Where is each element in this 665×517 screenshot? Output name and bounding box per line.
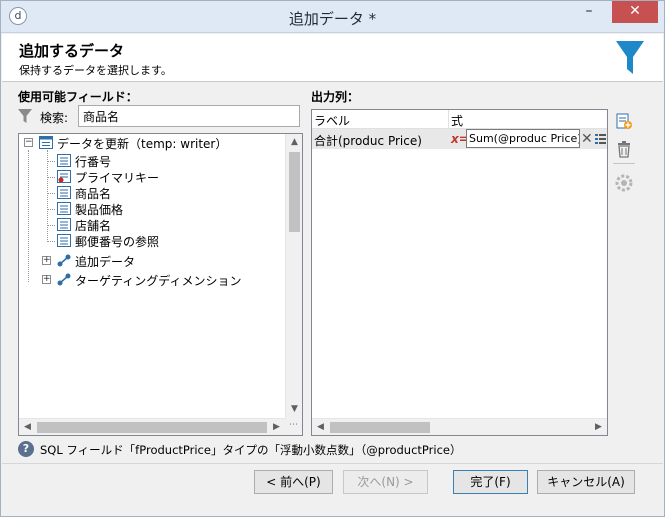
funnel-icon	[616, 41, 644, 74]
column-header-label[interactable]: ラベル	[314, 112, 350, 129]
scroll-thumb[interactable]	[330, 422, 430, 433]
toolbar-separator	[613, 163, 635, 164]
resize-corner-icon: ⋯	[285, 418, 302, 435]
column-header-expression[interactable]: 式	[451, 112, 463, 129]
cancel-button[interactable]: キャンセル(A)	[537, 470, 635, 494]
grid-horizontal-scrollbar[interactable]: ◀ ▶	[312, 418, 607, 435]
output-columns-label: 出力列：	[311, 90, 360, 104]
tree-node-item[interactable]: + 追加データ	[19, 252, 285, 270]
filter-icon	[18, 109, 32, 123]
field-icon	[57, 186, 71, 199]
available-fields-tree[interactable]: − データを更新（temp: writer） 行番号 プライマリキー 商品名 製…	[18, 133, 303, 436]
page-subtitle: 保持するデータを選択します。	[19, 64, 172, 77]
title-bar: d 追加データ * – ✕	[1, 1, 664, 33]
search-input[interactable]: 商品名	[78, 105, 300, 127]
settings-icon[interactable]	[614, 173, 634, 193]
scroll-right-icon[interactable]: ▶	[268, 419, 285, 436]
field-info-text: SQL フィールド「fProductPrice」タイプの「浮動小数点数」（@pr…	[40, 443, 462, 457]
help-icon: ?	[18, 441, 34, 457]
clear-icon[interactable]: ✕	[581, 131, 593, 147]
tree-root-label: データを更新（temp: writer）	[57, 137, 228, 151]
tree-field-label: 郵便番号の参照	[75, 235, 160, 249]
search-label: 検索:	[40, 111, 69, 125]
dialog-window: d 追加データ * – ✕ 追加するデータ 保持するデータを選択します。 使用可…	[0, 0, 665, 517]
tree-node-label: 追加データ	[75, 255, 136, 269]
field-icon	[57, 234, 71, 247]
footer-divider	[2, 463, 663, 464]
grid-header: ラベル 式	[312, 110, 607, 129]
scroll-left-icon[interactable]: ◀	[312, 419, 329, 436]
scroll-thumb[interactable]	[37, 422, 267, 433]
tree-vertical-scrollbar[interactable]: ▲ ▼	[285, 134, 302, 418]
add-column-icon[interactable]	[614, 111, 634, 131]
field-icon	[57, 154, 71, 167]
tree-horizontal-scrollbar[interactable]: ◀ ▶	[19, 418, 285, 435]
finish-button[interactable]: 完了(F)	[453, 470, 528, 494]
expand-icon[interactable]: +	[42, 256, 51, 265]
page-title: 追加するデータ	[19, 42, 125, 60]
field-icon	[57, 218, 71, 231]
grid-row[interactable]: 合計(produc Price) x= Sum(@produc Price) ✕	[312, 129, 607, 149]
scroll-thumb[interactable]	[289, 152, 300, 232]
next-button[interactable]: 次へ(N) >	[343, 470, 428, 494]
table-icon	[39, 136, 53, 149]
expand-icon[interactable]: +	[42, 275, 51, 284]
close-button[interactable]: ✕	[612, 1, 658, 23]
search-row: 検索: 商品名	[18, 105, 300, 129]
prev-button[interactable]: < 前へ(P)	[254, 470, 333, 494]
output-columns-grid[interactable]: ラベル 式 合計(produc Price) x= Sum(@produc Pr…	[311, 109, 608, 436]
collapse-icon[interactable]: −	[24, 138, 33, 147]
primary-key-field-icon	[57, 170, 71, 183]
scroll-right-icon[interactable]: ▶	[590, 419, 607, 436]
tree-root[interactable]: − データを更新（temp: writer）	[19, 134, 285, 152]
available-fields-label: 使用可能フィールド：	[18, 90, 138, 104]
expression-input[interactable]: Sum(@produc Price)	[466, 129, 580, 148]
minimize-button[interactable]: –	[574, 1, 604, 23]
tree-node-item[interactable]: + ターゲティングディメンション	[19, 271, 285, 289]
scroll-up-icon[interactable]: ▲	[286, 134, 303, 151]
field-info: ? SQL フィールド「fProductPrice」タイプの「浮動小数点数」（@…	[18, 441, 638, 459]
window-title: 追加データ *	[288, 10, 377, 28]
delete-icon[interactable]	[614, 139, 634, 159]
scroll-left-icon[interactable]: ◀	[19, 419, 36, 436]
link-icon	[57, 254, 71, 267]
tree-node-label: ターゲティングディメンション	[75, 274, 242, 288]
scroll-down-icon[interactable]: ▼	[286, 401, 303, 418]
link-icon	[57, 273, 71, 286]
tree-field-item[interactable]: 郵便番号の参照	[19, 232, 285, 250]
row-label-cell[interactable]: 合計(produc Price)	[314, 132, 422, 149]
page-header: 追加するデータ 保持するデータを選択します。	[2, 34, 663, 82]
expression-builder-icon[interactable]	[595, 133, 606, 144]
field-icon	[57, 202, 71, 215]
